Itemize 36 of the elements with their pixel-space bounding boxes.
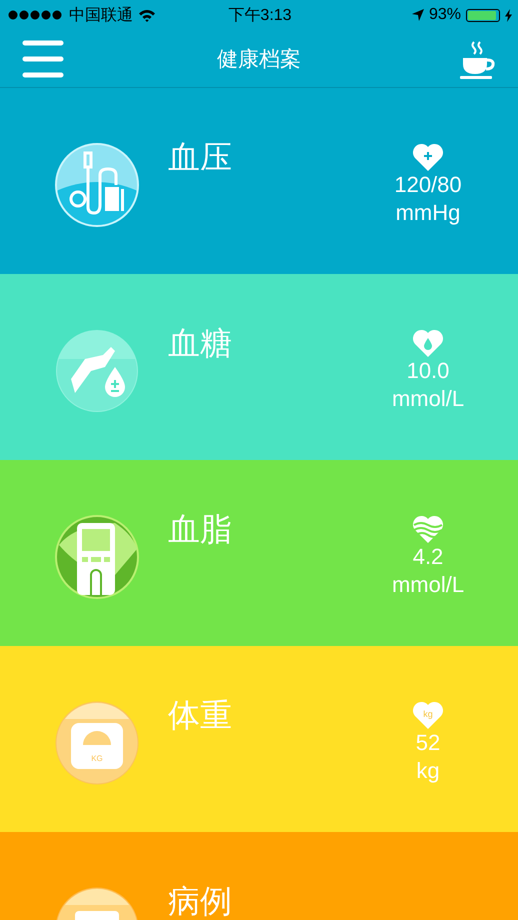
menu-button[interactable] <box>22 40 64 78</box>
category-name: 体重 <box>168 699 232 731</box>
reading-value: 4.2 <box>412 543 444 571</box>
category-row[interactable]: 血压 120/80 mmHg <box>0 88 518 274</box>
category-name: 血压 <box>168 141 232 173</box>
category-icon <box>55 515 139 599</box>
reading-unit: mmol/L <box>392 385 464 413</box>
category-row[interactable]: KG 体重 kg 52 kg <box>0 646 518 832</box>
category-name: 病例 <box>168 885 232 917</box>
reading-value: 120/80 <box>394 171 462 199</box>
category-row[interactable]: 血脂 4.2 mmol/L <box>0 460 518 646</box>
reading-value: 10.0 <box>406 357 450 385</box>
location-arrow-icon <box>412 9 424 21</box>
heart-icon <box>412 143 444 171</box>
category-row[interactable]: 病例 <box>0 832 518 920</box>
page-title: 健康档案 <box>217 46 301 72</box>
status-time: 下午3:13 <box>228 6 292 26</box>
category-icon: KG <box>55 701 139 785</box>
category-name: 血糖 <box>168 327 232 359</box>
wifi-icon <box>138 8 156 22</box>
reading-unit: mmHg <box>396 199 460 227</box>
reading-unit: kg <box>416 757 440 785</box>
heart-icon <box>412 329 444 357</box>
category-row[interactable]: 血糖 10.0 mmol/L <box>0 274 518 460</box>
category-icon <box>55 329 139 413</box>
signal-icon <box>8 10 64 20</box>
category-icon <box>55 143 139 227</box>
reading-unit: mmol/L <box>392 571 464 599</box>
category-name: 血脂 <box>168 513 232 545</box>
battery-percent: 93% <box>428 6 461 24</box>
reading-value: 52 <box>416 729 440 757</box>
heart-icon <box>412 515 444 543</box>
coffee-cup-icon[interactable] <box>460 40 496 80</box>
heart-icon: kg <box>412 701 444 729</box>
carrier-name: 中国联通 <box>69 6 133 26</box>
battery-icon <box>466 8 500 22</box>
